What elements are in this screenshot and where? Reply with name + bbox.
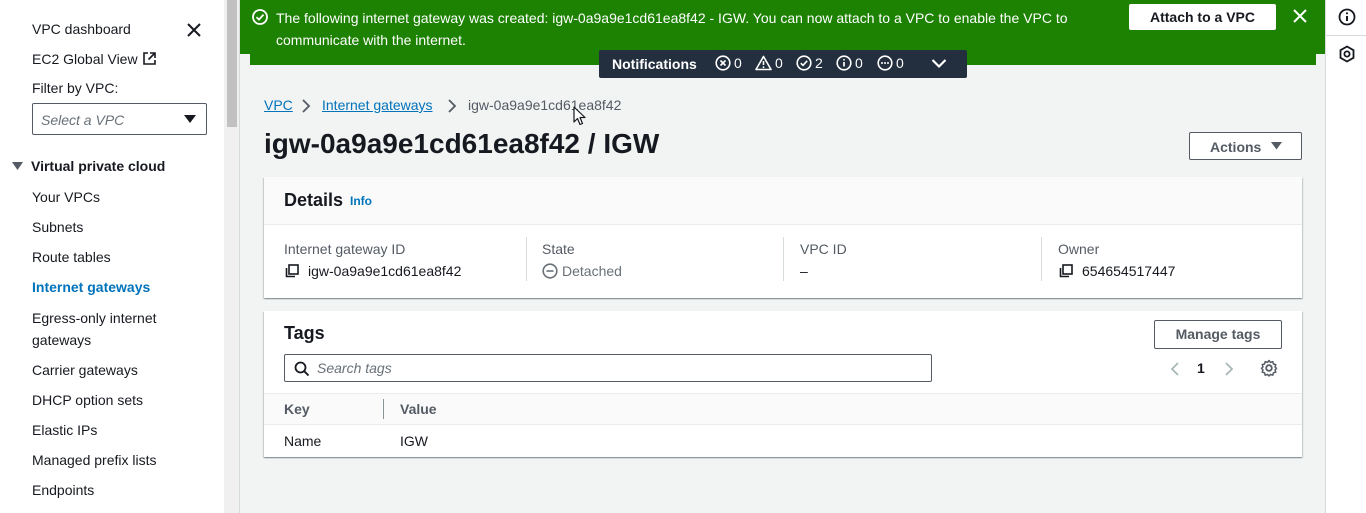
notifications-title: Notifications xyxy=(612,56,697,72)
right-rail xyxy=(1325,0,1366,513)
field-value: igw-0a9a9e1cd61ea8f42 xyxy=(284,263,461,279)
tags-panel: Tags Manage tags 1 Key Value Name IGW xyxy=(264,311,1302,457)
breadcrumb-current: igw-0a9a9e1cd61ea8f42 xyxy=(468,97,622,113)
pagination-current-page[interactable]: 1 xyxy=(1197,360,1205,376)
close-icon[interactable] xyxy=(1292,8,1308,24)
warning-icon xyxy=(755,55,772,71)
field-label: Owner xyxy=(1058,241,1100,257)
stopped-status-icon xyxy=(542,263,558,279)
breadcrumb-internet-gateways[interactable]: Internet gateways xyxy=(322,97,433,113)
success-icon xyxy=(796,55,812,71)
in-progress-icon xyxy=(877,55,893,71)
owner-value: 654654517447 xyxy=(1082,263,1176,279)
mouse-cursor-icon xyxy=(573,106,586,126)
sidebar-section-virtual-private-cloud[interactable]: Virtual private cloud xyxy=(12,158,165,174)
sidebar: VPC dashboard EC2 Global View Filter by … xyxy=(0,0,224,513)
actions-dropdown-button[interactable]: Actions xyxy=(1189,132,1302,160)
sidebar-item-elastic-ips[interactable]: Elastic IPs xyxy=(32,419,97,441)
warning-count-value: 0 xyxy=(775,55,783,71)
table-row: Name IGW xyxy=(264,425,1302,457)
vpc-filter-select[interactable]: Select a VPC xyxy=(32,103,207,135)
details-heading: Details xyxy=(284,190,344,210)
field-label: Internet gateway ID xyxy=(284,241,406,257)
sidebar-item-endpoints[interactable]: Endpoints xyxy=(32,479,94,501)
copy-icon[interactable] xyxy=(284,263,300,279)
error-icon xyxy=(715,55,731,71)
vpc-filter-placeholder: Select a VPC xyxy=(41,112,125,128)
info-icon xyxy=(836,55,852,71)
error-count-value: 0 xyxy=(734,55,742,71)
sidebar-section-label: Virtual private cloud xyxy=(31,158,166,174)
info-link[interactable]: Info xyxy=(350,194,372,208)
info-count-value: 0 xyxy=(855,55,863,71)
error-count: 0 xyxy=(715,55,742,71)
tag-key-cell: Name xyxy=(284,433,322,449)
column-resizer[interactable] xyxy=(383,399,384,419)
chevron-left-icon[interactable] xyxy=(1170,361,1180,377)
chevron-right-icon[interactable] xyxy=(1224,361,1234,377)
in-progress-count-value: 0 xyxy=(896,55,904,71)
in-progress-count: 0 xyxy=(877,55,904,71)
sidebar-item-subnets[interactable]: Subnets xyxy=(32,216,83,238)
triangle-down-icon xyxy=(12,162,23,170)
sidebar-item-route-tables[interactable]: Route tables xyxy=(32,246,111,268)
chevron-right-icon xyxy=(301,98,311,114)
info-icon[interactable] xyxy=(1338,8,1356,26)
hexagon-settings-icon[interactable] xyxy=(1338,45,1356,63)
search-tags-input[interactable] xyxy=(317,358,917,378)
internet-gateway-id-value: igw-0a9a9e1cd61ea8f42 xyxy=(308,263,462,279)
manage-tags-button[interactable]: Manage tags xyxy=(1154,320,1282,349)
gear-icon[interactable] xyxy=(1260,359,1278,377)
sidebar-item-egress-only-gateways[interactable]: Egress-only internet gateways xyxy=(32,307,192,351)
info-count: 0 xyxy=(836,55,863,71)
sidebar-item-your-vpcs[interactable]: Your VPCs xyxy=(32,186,100,208)
chevron-right-icon xyxy=(447,98,457,114)
ec2-global-view-label: EC2 Global View xyxy=(32,51,138,67)
vpc-id-value: – xyxy=(800,263,808,279)
success-count-value: 2 xyxy=(815,55,823,71)
sidebar-item-managed-prefix-lists[interactable]: Managed prefix lists xyxy=(32,449,157,471)
sidebar-item-internet-gateways[interactable]: Internet gateways xyxy=(32,276,150,298)
field-value: 654654517447 xyxy=(1058,263,1175,279)
sidebar-item-carrier-gateways[interactable]: Carrier gateways xyxy=(32,359,138,381)
details-header: Details Info xyxy=(264,177,1302,225)
flash-message: The following internet gateway was creat… xyxy=(276,10,1068,48)
state-value: Detached xyxy=(562,263,622,279)
sidebar-item-dhcp-option-sets[interactable]: DHCP option sets xyxy=(32,389,143,411)
scrollbar-thumb[interactable] xyxy=(227,0,237,127)
copy-icon[interactable] xyxy=(1058,263,1074,279)
field-label: State xyxy=(542,241,575,257)
actions-label: Actions xyxy=(1210,139,1262,155)
success-count: 2 xyxy=(796,55,823,71)
tags-heading: Tags xyxy=(284,323,325,343)
vpc-dashboard-link[interactable]: VPC dashboard xyxy=(32,21,131,37)
attach-to-vpc-button[interactable]: Attach to a VPC xyxy=(1129,4,1276,30)
chevron-down-icon[interactable] xyxy=(931,58,947,69)
filter-by-vpc-label: Filter by VPC: xyxy=(32,80,119,96)
search-icon xyxy=(294,361,310,377)
field-label: VPC ID xyxy=(800,241,847,257)
tag-search[interactable] xyxy=(284,354,932,382)
warning-count: 0 xyxy=(755,55,783,71)
field-value: Detached xyxy=(542,263,622,279)
tags-table-header: Key Value xyxy=(264,393,1302,425)
external-link-icon xyxy=(142,51,157,66)
tag-value-cell: IGW xyxy=(400,433,428,449)
column-header-value[interactable]: Value xyxy=(400,401,437,417)
column-divider xyxy=(526,237,527,281)
caret-down-icon xyxy=(184,115,196,123)
column-divider xyxy=(1041,237,1042,281)
details-panel: Details Info Internet gateway ID igw-0a9… xyxy=(264,177,1302,298)
notifications-bar[interactable]: Notifications 0 0 2 0 0 xyxy=(599,50,967,78)
column-header-key[interactable]: Key xyxy=(284,401,310,417)
rail-divider xyxy=(1326,35,1366,36)
column-divider xyxy=(783,237,784,281)
breadcrumb-vpc[interactable]: VPC xyxy=(264,97,293,113)
caret-down-icon xyxy=(1271,142,1282,150)
page-title: igw-0a9a9e1cd61ea8f42 / IGW xyxy=(264,128,660,159)
ec2-global-view-link[interactable]: EC2 Global View xyxy=(32,51,157,67)
close-icon[interactable] xyxy=(184,20,204,40)
success-check-icon xyxy=(252,9,268,25)
